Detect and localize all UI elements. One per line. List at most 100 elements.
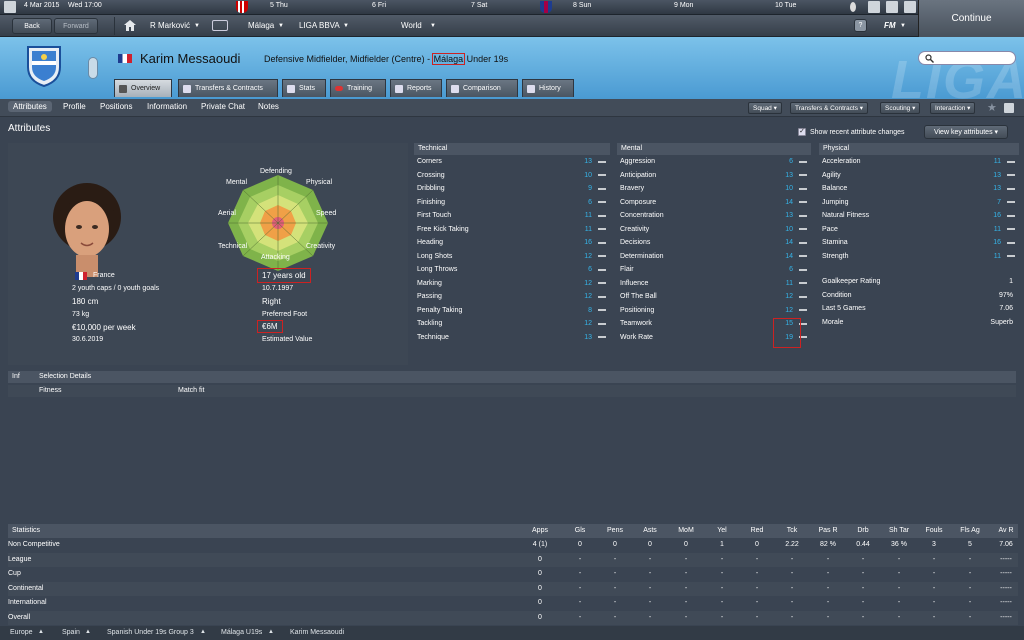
breadcrumb-item[interactable]: Spanish Under 19s Group 3 [107, 629, 194, 636]
column-header[interactable]: Yel [702, 527, 742, 534]
subtab-profile[interactable]: Profile [63, 102, 86, 111]
forward-button[interactable]: Forward [54, 18, 98, 34]
calendar-day[interactable]: 10 Tue [775, 2, 796, 9]
manager-menu[interactable]: R Marković [150, 21, 190, 30]
breadcrumb-item[interactable]: Spain [62, 629, 80, 636]
calendar-day[interactable]: 7 Sat [471, 2, 487, 9]
calendar-day[interactable]: 6 Fri [372, 2, 386, 9]
inbox-icon[interactable] [212, 20, 228, 31]
tab-stats[interactable]: Stats [282, 79, 326, 97]
attribute-row[interactable]: Marking 12 [414, 277, 610, 291]
subtab-notes[interactable]: Notes [258, 102, 279, 111]
subtab-positions[interactable]: Positions [100, 102, 132, 111]
subtab-attributes[interactable]: Attributes [8, 101, 52, 112]
attribute-row[interactable]: Technique 13 [414, 331, 610, 345]
subtab-private-chat[interactable]: Private Chat [201, 102, 245, 111]
show-recent-changes[interactable]: ✓ Show recent attribute changes [798, 128, 905, 136]
attribute-row[interactable]: Composure 14 [617, 196, 811, 210]
column-header[interactable]: Sh Tar [879, 527, 919, 534]
attribute-row[interactable]: Stamina 16 [819, 236, 1019, 250]
calendar-day[interactable]: 9 Mon [674, 2, 693, 9]
back-button[interactable]: Back [12, 18, 52, 34]
tab-training[interactable]: Training [330, 79, 386, 97]
attribute-row[interactable]: Passing 12 [414, 290, 610, 304]
attribute-row[interactable]: Free Kick Taking 11 [414, 223, 610, 237]
squad-dropdown[interactable]: Squad ▾ [748, 102, 782, 114]
breadcrumb-item[interactable]: Europe [10, 629, 33, 636]
column-header[interactable]: Apps [520, 527, 560, 534]
attribute-row[interactable]: Determination 14 [617, 250, 811, 264]
attribute-row[interactable]: First Touch 11 [414, 209, 610, 223]
info-icon[interactable] [850, 2, 856, 12]
breadcrumb-item[interactable]: Málaga U19s [221, 629, 262, 636]
calendar-day[interactable]: 5 Thu [270, 2, 288, 9]
club-link[interactable]: Málaga [431, 53, 466, 65]
view-key-attributes-dropdown[interactable]: View key attributes ▾ [924, 125, 1008, 139]
column-header[interactable]: Pas R [808, 527, 848, 534]
opponent-crest-icon[interactable] [236, 1, 248, 13]
attribute-row[interactable]: Positioning 12 [617, 304, 811, 318]
attribute-row[interactable]: Bravery 10 [617, 182, 811, 196]
attribute-row[interactable]: Balance 13 [819, 182, 1019, 196]
attribute-row[interactable]: Flair 6 [617, 263, 811, 277]
tab-overview[interactable]: Overview [114, 79, 172, 97]
checkbox-checked-icon[interactable]: ✓ [798, 128, 806, 136]
transfers-contracts-dropdown[interactable]: Transfers & Contracts ▾ [790, 102, 869, 114]
attribute-row[interactable]: Agility 13 [819, 169, 1019, 183]
search-input[interactable] [918, 51, 1016, 65]
home-icon[interactable] [124, 20, 136, 31]
attribute-row[interactable]: Off The Ball 12 [617, 290, 811, 304]
attribute-row[interactable]: Crossing 10 [414, 169, 610, 183]
column-header[interactable]: Tck [772, 527, 812, 534]
interaction-dropdown[interactable]: Interaction ▾ [930, 102, 976, 114]
attribute-row[interactable]: Jumping 7 [819, 196, 1019, 210]
help-button[interactable]: ? [854, 19, 867, 32]
subtab-information[interactable]: Information [147, 102, 187, 111]
league-menu[interactable]: LIGA BBVA [299, 21, 340, 30]
column-header[interactable]: Pens [595, 527, 635, 534]
calendar-icon[interactable] [868, 1, 880, 13]
tab-comparison[interactable]: Comparison [446, 79, 518, 97]
attribute-row[interactable]: Finishing 6 [414, 196, 610, 210]
attribute-row[interactable]: Heading 16 [414, 236, 610, 250]
attribute-row[interactable]: Corners 13 [414, 155, 610, 169]
attribute-row[interactable]: Natural Fitness 16 [819, 209, 1019, 223]
attribute-row[interactable]: Strength 11 [819, 250, 1019, 264]
attribute-row[interactable]: Acceleration 11 [819, 155, 1019, 169]
settings-icon[interactable] [904, 1, 916, 13]
column-header[interactable]: MoM [666, 527, 706, 534]
menu-icon[interactable] [4, 1, 16, 13]
tab-reports[interactable]: Reports [390, 79, 442, 97]
column-header[interactable]: Drb [843, 527, 883, 534]
column-header[interactable]: Asts [630, 527, 670, 534]
attribute-row[interactable]: Long Throws 6 [414, 263, 610, 277]
club-menu[interactable]: Málaga [248, 21, 274, 30]
attribute-row[interactable]: Concentration 13 [617, 209, 811, 223]
column-header[interactable]: Gls [560, 527, 600, 534]
tab-transfers-contracts[interactable]: Transfers & Contracts [178, 79, 278, 97]
attribute-row[interactable]: Influence 11 [617, 277, 811, 291]
nationality[interactable]: France [93, 272, 115, 279]
attribute-row[interactable]: Anticipation 13 [617, 169, 811, 183]
opponent-crest-icon[interactable] [540, 1, 552, 13]
attribute-row[interactable]: Creativity 10 [617, 223, 811, 237]
calendar-day[interactable]: 8 Sun [573, 2, 591, 9]
fm-menu[interactable]: FM [884, 21, 896, 30]
attribute-row[interactable]: Penalty Taking 8 [414, 304, 610, 318]
notes-icon[interactable] [1004, 103, 1014, 113]
attribute-row[interactable]: Pace 11 [819, 223, 1019, 237]
world-menu[interactable]: World [401, 21, 422, 30]
attribute-row[interactable]: Long Shots 12 [414, 250, 610, 264]
attribute-row[interactable]: Dribbling 9 [414, 182, 610, 196]
attribute-row[interactable]: Decisions 14 [617, 236, 811, 250]
notifications-icon[interactable] [886, 1, 898, 13]
tab-history[interactable]: History [522, 79, 574, 97]
star-icon[interactable]: ★ [987, 101, 997, 114]
attribute-row[interactable]: Tackling 12 [414, 317, 610, 331]
column-header[interactable]: Av R [986, 527, 1024, 534]
breadcrumb-item[interactable]: Karim Messaoudi [290, 629, 344, 636]
column-header[interactable]: Fls Ag [950, 527, 990, 534]
scouting-dropdown[interactable]: Scouting ▾ [880, 102, 921, 114]
attribute-row[interactable]: Aggression 6 [617, 155, 811, 169]
continue-button[interactable]: Continue [918, 0, 1024, 37]
